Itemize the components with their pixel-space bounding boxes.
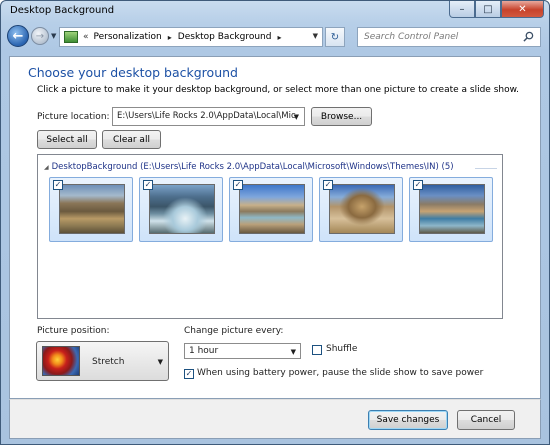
wallpaper-image-stone-house: [329, 184, 395, 234]
wallpaper-thumbnail[interactable]: ✓: [409, 177, 493, 242]
breadcrumb-arrow-icon[interactable]: ▸: [168, 33, 172, 42]
close-button[interactable]: ✕: [501, 1, 544, 18]
thumbnail-checkbox[interactable]: ✓: [413, 180, 423, 190]
picture-position-label: Picture position:: [37, 326, 110, 336]
refresh-button[interactable]: ↻: [325, 27, 345, 47]
thumbnail-checkbox[interactable]: ✓: [323, 180, 333, 190]
battery-pause-label[interactable]: When using battery power, pause the slid…: [197, 368, 483, 378]
navigation-bar: ← → ▼ « Personalization ▸ Desktop Backgr…: [1, 23, 549, 51]
wallpaper-thumbnail[interactable]: ✓: [319, 177, 403, 242]
address-dropdown-icon[interactable]: ▼: [313, 32, 318, 40]
picture-location-select[interactable]: E:\Users\Life Rocks 2.0\AppData\Local\Mi…: [112, 107, 305, 126]
thumbnail-checkbox[interactable]: ✓: [233, 180, 243, 190]
breadcrumb-desktop-background[interactable]: Desktop Background: [178, 32, 272, 42]
picture-position-select[interactable]: Stretch ▼: [36, 341, 169, 381]
breadcrumb-overflow[interactable]: «: [83, 32, 89, 42]
maximize-button[interactable]: □: [475, 1, 501, 18]
search-icon[interactable]: [523, 31, 534, 42]
caption-buttons: – □ ✕: [449, 1, 544, 18]
thumbnail-checkbox[interactable]: ✓: [53, 180, 63, 190]
chevron-down-icon: ▼: [290, 348, 296, 356]
thumbnail-checkbox[interactable]: ✓: [143, 180, 153, 190]
minimize-button[interactable]: –: [449, 1, 475, 18]
picture-gallery[interactable]: ◢ DesktopBackground (E:\Users\Life Rocks …: [37, 154, 503, 319]
clear-all-button[interactable]: Clear all: [102, 130, 161, 149]
cancel-button[interactable]: Cancel: [457, 410, 515, 430]
page-title: Choose your desktop background: [28, 65, 238, 80]
search-placeholder: Search Control Panel: [364, 32, 459, 42]
wallpaper-image-mountain-valley: [59, 184, 125, 234]
gallery-group-label: DesktopBackground (E:\Users\Life Rocks 2…: [51, 162, 439, 172]
browse-button[interactable]: Browse...: [311, 107, 372, 126]
wallpaper-thumbnail[interactable]: ✓: [229, 177, 313, 242]
search-input[interactable]: Search Control Panel: [357, 27, 541, 47]
shuffle-checkbox[interactable]: [312, 345, 322, 355]
instructions-text: Click a picture to make it your desktop …: [37, 85, 520, 95]
forward-button[interactable]: →: [31, 27, 49, 45]
chevron-down-icon: ▼: [293, 113, 299, 121]
wallpaper-thumbnail[interactable]: ✓: [139, 177, 223, 242]
select-all-button[interactable]: Select all: [37, 130, 97, 149]
control-panel-icon: [64, 31, 78, 43]
group-divider: [475, 168, 497, 169]
title-bar[interactable]: Desktop Background – □ ✕: [1, 1, 549, 23]
desktop-background-window: Desktop Background – □ ✕ ← → ▼ « Persona…: [0, 0, 550, 445]
chevron-down-icon: ▼: [157, 358, 163, 366]
gallery-group-header[interactable]: ◢ DesktopBackground (E:\Users\Life Rocks …: [44, 162, 454, 172]
window-title: Desktop Background: [10, 5, 115, 16]
wallpaper-image-lake-shore: [419, 184, 485, 234]
address-bar[interactable]: « Personalization ▸ Desktop Background ▸…: [59, 27, 323, 47]
back-button[interactable]: ←: [7, 25, 29, 47]
wallpaper-image-mountain-stream: [149, 184, 215, 234]
recent-pages-dropdown[interactable]: ▼: [51, 32, 56, 40]
change-interval-value: 1 hour: [189, 346, 219, 356]
change-interval-select[interactable]: 1 hour ▼: [184, 343, 301, 359]
flower-preview-icon: [42, 346, 80, 376]
gallery-group-count: (5): [441, 162, 454, 172]
picture-location-value: E:\Users\Life Rocks 2.0\AppData\Local\Mi…: [117, 111, 296, 121]
battery-pause-checkbox[interactable]: ✓: [184, 369, 194, 379]
wallpaper-thumbnail[interactable]: ✓: [49, 177, 133, 242]
picture-location-label: Picture location:: [37, 112, 110, 122]
wallpaper-image-river-valley: [239, 184, 305, 234]
shuffle-label[interactable]: Shuffle: [326, 344, 357, 354]
picture-position-value: Stretch: [92, 357, 125, 367]
breadcrumb-arrow-icon[interactable]: ▸: [277, 33, 281, 42]
breadcrumb-personalization[interactable]: Personalization: [94, 32, 162, 42]
save-changes-button[interactable]: Save changes: [368, 410, 448, 430]
change-picture-label: Change picture every:: [184, 326, 284, 336]
collapse-triangle-icon[interactable]: ◢: [44, 164, 49, 171]
